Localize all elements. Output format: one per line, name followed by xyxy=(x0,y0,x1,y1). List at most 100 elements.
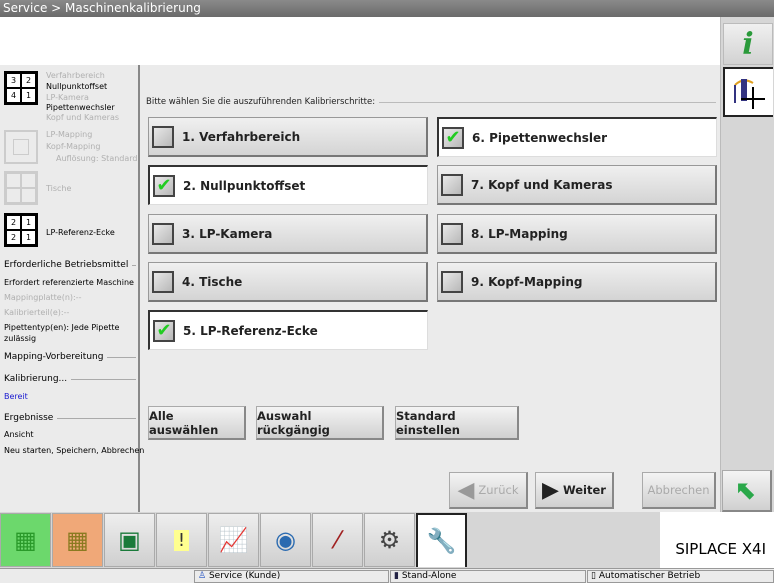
step-label: Verfahrbereich xyxy=(46,71,105,80)
nozzle-icon: ⁄ xyxy=(335,526,340,554)
grid-cell: 4 xyxy=(6,88,21,103)
step-label: LP-Mapping xyxy=(46,130,93,139)
step-toggle-5[interactable]: ✔ 5. LP-Referenz-Ecke xyxy=(148,310,428,350)
brand-label: SIPLACE X4I xyxy=(660,512,774,568)
select-all-button[interactable]: Alle auswählen xyxy=(148,406,246,440)
mapping-heading: Mapping-Vorbereitung xyxy=(4,352,136,362)
calibration-icon xyxy=(734,79,765,109)
tab-feeder[interactable]: ▦ xyxy=(52,513,103,567)
resource-text: zulässig xyxy=(4,334,37,343)
step-toggle-8[interactable]: 8. LP-Mapping xyxy=(437,214,717,254)
step-label: 2. Nullpunktoffset xyxy=(183,178,306,193)
step-label: Auflösung: Standard xyxy=(56,154,138,163)
step-label: 1. Verfahrbereich xyxy=(182,129,301,144)
user-icon: ♙ xyxy=(198,571,207,581)
set-default-button[interactable]: Standard einstellen xyxy=(395,406,519,440)
step-toggle-6[interactable]: ✔ 6. Pipettenwechsler xyxy=(437,117,717,157)
step-label: Kopf und Kameras xyxy=(46,113,120,122)
step-toggle-3[interactable]: 3. LP-Kamera xyxy=(148,214,428,254)
chart-icon: 📈 xyxy=(218,526,249,554)
hand-gear-icon: ⚙ xyxy=(378,526,401,554)
step-toggle-7[interactable]: 7. Kopf und Kameras xyxy=(437,165,717,205)
results-text: Ansicht xyxy=(4,430,34,439)
tab-nozzle[interactable]: ⁄ xyxy=(312,513,363,567)
tab-settings[interactable]: ⚙ xyxy=(364,513,415,567)
step-label: 3. LP-Kamera xyxy=(182,226,273,241)
grid-cell: 2 xyxy=(21,73,36,88)
checkbox-checked-icon: ✔ xyxy=(153,319,175,342)
calibration-tab[interactable] xyxy=(723,67,773,117)
step-toggle-9[interactable]: 9. Kopf-Mapping xyxy=(437,262,717,302)
step-label: LP-Kamera xyxy=(46,93,89,102)
next-label: Weiter xyxy=(562,483,606,497)
operation-text: Automatischer Betrieb xyxy=(598,571,701,581)
step-label: 9. Kopf-Mapping xyxy=(471,274,583,289)
instruction-text: Bitte wählen Sie die auszuführenden Kali… xyxy=(146,97,716,107)
step-label: 7. Kopf und Kameras xyxy=(471,177,613,192)
step-label: 6. Pipettenwechsler xyxy=(472,130,608,145)
arrow-right-icon: ▶ xyxy=(542,477,559,503)
tab-production[interactable]: ▦ xyxy=(0,513,51,567)
checkbox-checked-icon: ✔ xyxy=(442,126,464,149)
camera-icon: ◉ xyxy=(275,526,296,554)
checkbox-icon xyxy=(152,222,174,245)
grid-cell: 1 xyxy=(21,215,36,230)
tab-messages[interactable]: ! xyxy=(156,513,207,567)
calibration-grid-1: 3241 xyxy=(4,71,38,105)
machine-icon: ▮ xyxy=(394,571,399,581)
resource-text: Pipettentyp(en): Jede Pipette xyxy=(4,323,120,332)
tab-board[interactable]: ▣ xyxy=(104,513,155,567)
resources-heading: Erforderliche Betriebsmittel xyxy=(4,260,136,270)
back-label: Zurück xyxy=(478,483,519,497)
exit-arrow-icon: ⬉ xyxy=(735,475,758,506)
step-toggle-1[interactable]: 1. Verfahrbereich xyxy=(148,117,428,157)
info-button[interactable]: i xyxy=(723,23,773,65)
mapping-grid xyxy=(4,130,38,164)
exit-button[interactable]: ⬉ xyxy=(722,470,772,512)
step-label: Pipettenwechsler xyxy=(46,103,115,112)
step-label: Tische xyxy=(46,184,72,193)
tab-camera[interactable]: ◉ xyxy=(260,513,311,567)
mode-text: Stand-Alone xyxy=(401,571,457,581)
arrow-left-icon: ◀ xyxy=(457,477,475,503)
calibration-grid-4: 2121 xyxy=(4,213,38,247)
info-icon: i xyxy=(742,26,754,62)
tab-statistics[interactable]: 📈 xyxy=(208,513,259,567)
undo-selection-button[interactable]: Auswahl rückgängig xyxy=(256,406,384,440)
step-label: 8. LP-Mapping xyxy=(471,226,568,241)
status-mode: ▮ Stand-Alone xyxy=(390,570,586,583)
results-text: Neu starten, Speichern, Abbrechen xyxy=(4,446,145,455)
step-toggle-2[interactable]: ✔ 2. Nullpunktoffset xyxy=(148,165,428,205)
checkbox-icon xyxy=(441,270,463,293)
resource-text: Kalibrierteil(e):-- xyxy=(4,308,70,317)
back-button[interactable]: ◀ Zurück xyxy=(449,472,528,509)
step-label: Nullpunktoffset xyxy=(46,82,108,91)
right-toolbar: i xyxy=(720,17,774,512)
checkbox-icon xyxy=(152,125,174,148)
status-text: Bereit xyxy=(4,392,28,401)
resource-text: Erfordert referenzierte Maschine xyxy=(4,278,134,287)
wrench-icon: 🔧 xyxy=(426,527,457,555)
progress-panel: 3241 Verfahrbereich Nullpunktoffset LP-K… xyxy=(0,65,144,512)
step-label: 4. Tische xyxy=(182,274,243,289)
resource-text: Mappingplatte(n):-- xyxy=(4,293,82,302)
taskbar: ▦ ▦ ▣ ! 📈 ◉ ⁄ ⚙ 🔧 SIPLACE X4I xyxy=(0,512,774,568)
status-user: ♙ Service (Kunde) xyxy=(194,570,389,583)
tab-service[interactable]: 🔧 xyxy=(416,513,467,567)
step-label: Kopf-Mapping xyxy=(46,142,101,151)
calibration-heading: Kalibrierung... xyxy=(4,374,136,384)
grid-cell: 2 xyxy=(6,215,21,230)
results-heading: Ergebnisse xyxy=(4,413,136,423)
checkbox-checked-icon: ✔ xyxy=(153,174,175,197)
step-label: LP-Referenz-Ecke xyxy=(46,228,115,237)
grid-cell: 3 xyxy=(6,73,21,88)
grid-cell: 1 xyxy=(21,230,36,245)
next-button[interactable]: ▶ Weiter xyxy=(535,472,614,509)
cancel-button[interactable]: Abbrechen xyxy=(642,472,716,509)
tray-icon: ▦ xyxy=(66,526,89,554)
tables-grid xyxy=(4,171,38,205)
title-bar: Service > Maschinenkalibrierung xyxy=(0,0,774,17)
step-toggle-4[interactable]: 4. Tische xyxy=(148,262,428,302)
pcb-icon: ▣ xyxy=(118,526,141,554)
warning-docs-icon: ! xyxy=(173,529,190,551)
